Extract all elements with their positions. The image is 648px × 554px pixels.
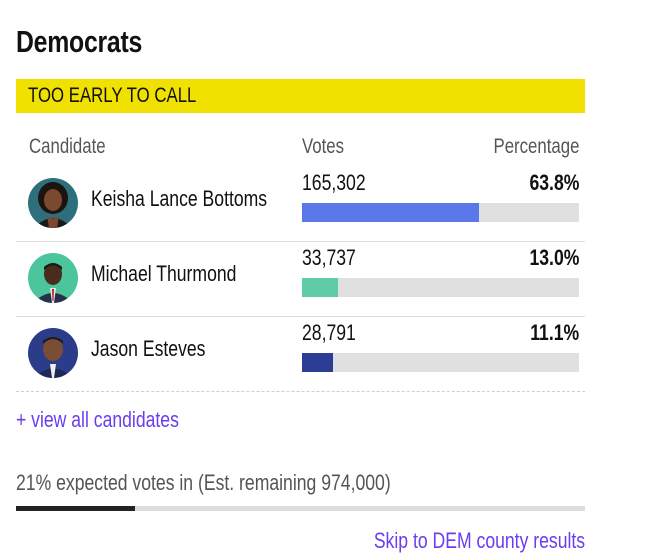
vote-count: 33,737 — [302, 245, 356, 270]
vote-percentage: 13.0% — [529, 245, 579, 270]
avatar-photo-michael — [28, 253, 78, 303]
race-status-banner: TOO EARLY TO CALL — [16, 79, 585, 113]
candidate-avatar — [28, 328, 78, 378]
header-percentage: Percentage — [493, 135, 579, 158]
candidate-name: Jason Esteves — [91, 336, 206, 361]
vote-percentage: 63.8% — [529, 170, 579, 195]
vote-count: 165,302 — [302, 170, 366, 195]
candidate-name: Michael Thurmond — [91, 261, 237, 286]
vote-share-fill — [302, 353, 333, 372]
vote-share-bar — [302, 278, 579, 297]
vote-share-fill — [302, 203, 479, 222]
candidate-avatar — [28, 178, 78, 228]
candidate-row: Keisha Lance Bottoms 165,302 63.8% — [16, 166, 585, 242]
avatar-photo-jason — [28, 328, 78, 378]
skip-to-county-results-link[interactable]: Skip to DEM county results — [321, 528, 585, 554]
vote-share-bar — [302, 203, 579, 222]
vote-share-bar — [302, 353, 579, 372]
expected-votes-text: 21% expected votes in (Est. remaining 97… — [16, 470, 391, 495]
view-all-candidates-link[interactable]: + view all candidates — [16, 407, 220, 433]
candidate-row: Michael Thurmond 33,737 13.0% — [16, 241, 585, 317]
avatar-photo-keisha — [28, 178, 78, 228]
vote-count: 28,791 — [302, 320, 356, 345]
vote-percentage: 11.1% — [530, 320, 579, 345]
candidate-row: Jason Esteves 28,791 11.1% — [16, 316, 585, 392]
candidate-name: Keisha Lance Bottoms — [91, 186, 268, 211]
header-votes: Votes — [302, 135, 345, 158]
party-title: Democrats — [16, 24, 143, 59]
candidate-avatar — [28, 253, 78, 303]
expected-votes-progress-fill — [16, 506, 136, 511]
expected-votes-progress — [16, 506, 585, 511]
vote-share-fill — [302, 278, 338, 297]
header-candidate: Candidate — [29, 135, 106, 158]
